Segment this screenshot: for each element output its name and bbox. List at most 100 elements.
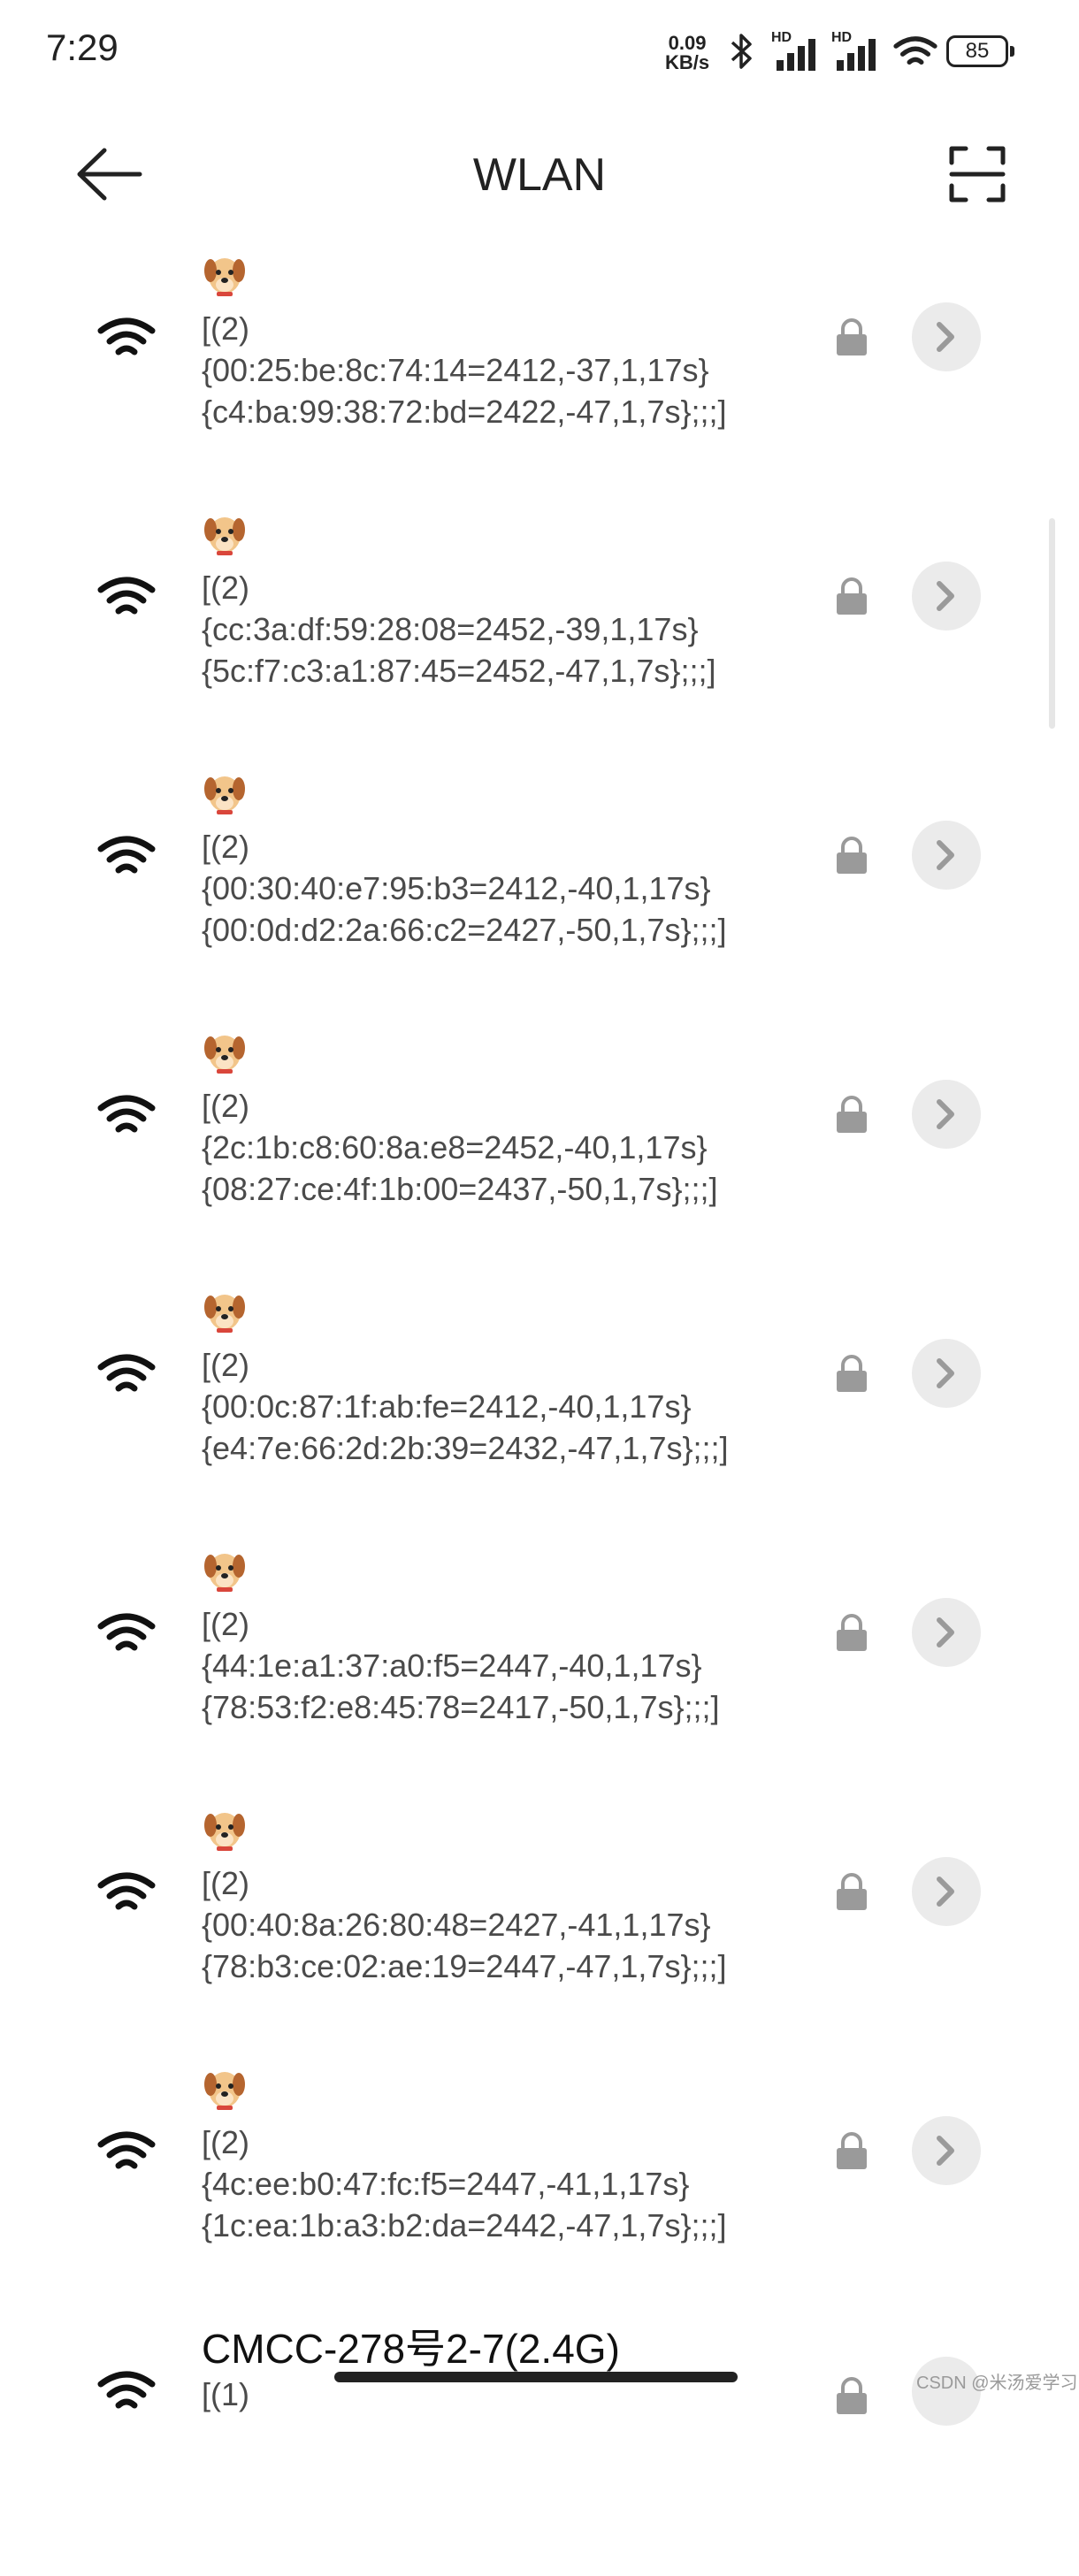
wifi-status-icon [893,36,937,65]
network-prefix: [(2) [202,1606,249,1642]
network-name [202,769,821,826]
wifi-signal-icon [97,1872,156,1910]
network-bssid-1: {00:40:8a:26:80:48=2427,-41,1,17s} [202,1907,711,1943]
wifi-network-item[interactable]: [(2) {4c:ee:b0:47:fc:f5=2447,-41,1,17s} … [0,2052,1079,2312]
network-prefix: [(2) [202,569,249,606]
network-bssid-1: {44:1e:a1:37:a0:f5=2447,-40,1,17s} [202,1647,702,1684]
network-bssid-2: {00:0d:d2:2a:66:c2=2427,-50,1,7s};;;] [202,912,727,948]
network-bssid-2: {08:27:ce:4f:1b:00=2437,-50,1,7s};;;] [202,1171,718,1207]
chevron-right-icon [937,1358,954,1388]
wifi-signal-icon [97,317,156,355]
network-name [202,1028,821,1085]
lock-icon [837,1355,867,1392]
network-info: [(2) {00:25:be:8c:74:14=2412,-37,1,17s} … [202,251,821,432]
cell-signal-icon: HD [771,30,824,73]
network-detail-button[interactable] [912,821,981,890]
cell-signal-2-icon: HD [831,30,884,73]
dog-emoji-icon [204,517,245,555]
network-info: [(2) {4c:ee:b0:47:fc:f5=2447,-41,1,17s} … [202,2065,821,2246]
network-bssid-1: {00:0c:87:1f:ab:fe=2412,-40,1,17s} [202,1388,692,1425]
chevron-right-icon [937,1617,954,1647]
network-prefix: [(2) [202,1865,249,1901]
dog-emoji-icon [204,1295,245,1333]
network-info: CMCC-278号2-7(2.4G) [(1) [202,2324,821,2415]
network-bssid-2: {c4:ba:99:38:72:bd=2422,-47,1,7s};;;] [202,394,727,430]
wifi-signal-icon [97,1613,156,1651]
network-name [202,510,821,567]
network-prefix: [(2) [202,1347,249,1383]
dog-emoji-icon [204,776,245,814]
network-name [202,2065,821,2121]
wifi-signal-icon [97,1354,156,1392]
wifi-network-item[interactable]: [(2) {00:30:40:e7:95:b3=2412,-40,1,17s} … [0,757,1079,1016]
lock-icon [837,1096,867,1133]
chevron-right-icon [937,581,954,611]
status-time: 7:29 [46,27,119,68]
wifi-network-item[interactable]: [(2) {00:25:be:8c:74:14=2412,-37,1,17s} … [0,239,1079,498]
network-bssid-1: {2c:1b:c8:60:8a:e8=2452,-40,1,17s} [202,1129,708,1166]
wifi-network-item[interactable]: [(2) {44:1e:a1:37:a0:f5=2447,-40,1,17s} … [0,1534,1079,1793]
chevron-right-icon [937,840,954,870]
network-bssid-2: {78:53:f2:e8:45:78=2417,-50,1,7s};;;] [202,1689,720,1725]
network-speed-value: 0.09 [668,32,707,54]
lock-icon [837,2132,867,2169]
network-info: [(2) {00:30:40:e7:95:b3=2412,-40,1,17s} … [202,769,821,951]
network-detail-button[interactable] [912,562,981,631]
network-name: CMCC-278号2-7(2.4G) [202,2326,620,2372]
network-info: [(2) {44:1e:a1:37:a0:f5=2447,-40,1,17s} … [202,1547,821,1728]
lock-icon [837,318,867,355]
network-detail-button[interactable] [912,1598,981,1667]
dog-emoji-icon [204,1554,245,1592]
battery-icon: 85 [946,35,1014,67]
network-info: [(2) {00:0c:87:1f:ab:fe=2412,-40,1,17s} … [202,1288,821,1469]
scan-qr-icon[interactable] [948,145,1006,203]
network-detail-button[interactable] [912,1339,981,1408]
scrollbar[interactable] [1049,518,1055,729]
network-detail-button[interactable] [912,302,981,371]
home-indicator[interactable] [334,2372,738,2382]
network-detail-button[interactable] [912,2116,981,2185]
network-name [202,1806,821,1862]
network-prefix: [(2) [202,2124,249,2160]
dog-emoji-icon [204,1813,245,1851]
lock-icon [837,837,867,874]
network-detail-button[interactable] [912,1857,981,1926]
network-bssid-1: {cc:3a:df:59:28:08=2452,-39,1,17s} [202,611,699,647]
chevron-right-icon [937,322,954,352]
network-speed: 0.09 KB/s [665,34,709,73]
bluetooth-icon [731,34,752,69]
network-info: [(2) {cc:3a:df:59:28:08=2452,-39,1,17s} … [202,510,821,692]
wifi-network-item[interactable]: [(2) {cc:3a:df:59:28:08=2452,-39,1,17s} … [0,498,1079,757]
wifi-signal-icon [97,577,156,615]
network-prefix: [(2) [202,1088,249,1124]
dog-emoji-icon [204,2072,245,2110]
dog-emoji-icon [204,1036,245,1074]
chevron-right-icon [937,2136,954,2166]
wifi-network-cmcc[interactable]: CMCC-278号2-7(2.4G) [(1) [0,2317,1079,2576]
network-bssid-2: {5c:f7:c3:a1:87:45=2452,-47,1,7s};;;] [202,653,716,689]
network-prefix: [(2) [202,829,249,865]
lock-icon [837,1614,867,1651]
wifi-network-item[interactable]: [(2) {00:0c:87:1f:ab:fe=2412,-40,1,17s} … [0,1275,1079,1534]
lock-icon [837,1873,867,1910]
network-info: [(2) {00:40:8a:26:80:48=2427,-41,1,17s} … [202,1806,821,1987]
network-bssid-2: {e4:7e:66:2d:2b:39=2432,-47,1,7s};;;] [202,1430,729,1466]
network-bssid-1: {4c:ee:b0:47:fc:f5=2447,-41,1,17s} [202,2166,690,2202]
wifi-signal-icon [97,1095,156,1133]
network-name [202,1288,821,1344]
network-name [202,251,821,308]
network-detail-button[interactable] [912,1080,981,1149]
network-speed-unit: KB/s [665,51,710,73]
lock-icon [837,577,867,615]
network-info: [(2) {2c:1b:c8:60:8a:e8=2452,-40,1,17s} … [202,1028,821,1210]
chevron-right-icon [937,1877,954,1907]
page-title: WLAN [472,149,607,201]
network-name [202,1547,821,1603]
wifi-network-item[interactable]: [(2) {2c:1b:c8:60:8a:e8=2452,-40,1,17s} … [0,1016,1079,1275]
network-bssid-2: {78:b3:ce:02:ae:19=2447,-47,1,7s};;;] [202,1948,727,1984]
lock-icon [837,2377,867,2414]
network-bssid-1: {00:25:be:8c:74:14=2412,-37,1,17s} [202,352,709,388]
network-prefix: [(2) [202,310,249,347]
chevron-right-icon [937,1099,954,1129]
wifi-network-item[interactable]: [(2) {00:40:8a:26:80:48=2427,-41,1,17s} … [0,1793,1079,2052]
